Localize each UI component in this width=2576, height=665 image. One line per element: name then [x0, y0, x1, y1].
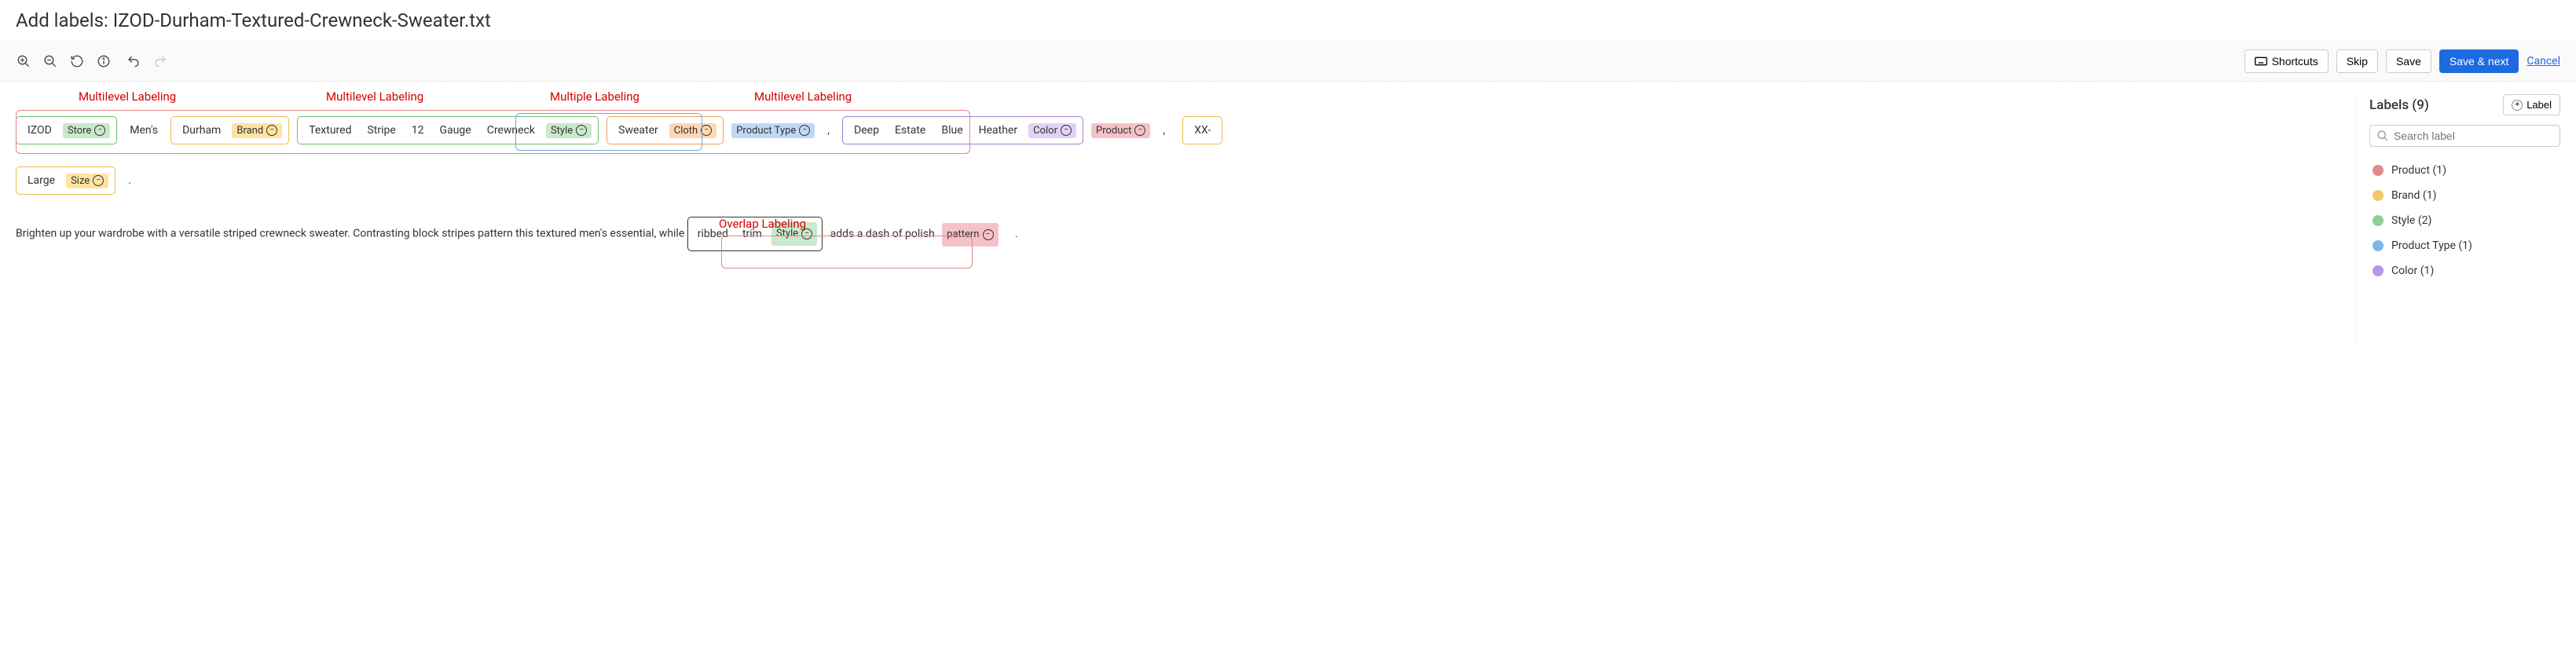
label-item-text: Product Type (1) [2391, 239, 2472, 252]
token-mens: Men's [125, 121, 163, 140]
label-color-dot [2373, 190, 2384, 201]
label-item[interactable]: Brand (1) [2369, 183, 2560, 208]
zoom-out-icon[interactable] [42, 53, 58, 69]
token-deep: Deep [849, 121, 884, 140]
remove-icon[interactable]: − [266, 125, 277, 136]
token-heather: Heather [974, 121, 1023, 140]
remove-icon[interactable]: − [701, 125, 712, 136]
tag-color[interactable]: Color− [1028, 123, 1076, 138]
token-durham: Durham [178, 121, 225, 140]
tag-cloth[interactable]: Cloth− [669, 123, 716, 138]
size-group-part1[interactable]: XX- [1182, 116, 1222, 144]
labels-title: Labels (9) [2369, 97, 2429, 113]
remove-icon[interactable]: − [94, 125, 105, 136]
token-period2: . [1010, 225, 1023, 243]
label-color-dot [2373, 240, 2384, 251]
token-textured: Textured [304, 121, 356, 140]
label-item-text: Product (1) [2391, 164, 2446, 177]
label-item[interactable]: Product Type (1) [2369, 233, 2560, 258]
search-label-input[interactable] [2369, 125, 2560, 147]
search-field[interactable] [2394, 130, 2553, 142]
remove-icon[interactable]: − [576, 125, 587, 136]
add-label-button[interactable]: + Label [2503, 94, 2560, 115]
redo-icon [152, 53, 168, 69]
labels-sidebar: Labels (9) + Label Product (1) Brand (1) S… [2356, 94, 2560, 345]
token-sweater: Sweater [614, 121, 663, 140]
token-xx: XX- [1189, 121, 1215, 140]
tag-product[interactable]: Product− [1091, 123, 1150, 138]
labeling-canvas: Multilevel Labeling Multilevel Labeling … [16, 94, 2343, 345]
label-item-text: Style (2) [2391, 214, 2431, 227]
tag-brand[interactable]: Brand− [232, 123, 282, 138]
shortcuts-label: Shortcuts [2272, 55, 2318, 68]
zoom-in-icon[interactable] [16, 53, 31, 69]
color-group[interactable]: Deep Estate Blue Heather Color− [842, 116, 1083, 144]
tag-size[interactable]: Size− [66, 174, 108, 188]
label-color-dot [2373, 165, 2384, 176]
label-item[interactable]: Product (1) [2369, 158, 2560, 183]
remove-icon[interactable]: − [1134, 125, 1145, 136]
token-polish: adds a dash of polish [826, 225, 940, 243]
tag-pattern[interactable]: pattern− [942, 223, 998, 247]
store-group[interactable]: IZOD Store− [16, 116, 117, 144]
keyboard-icon [2255, 57, 2267, 66]
token-izod: IZOD [23, 121, 57, 140]
callout-multiple: Multiple Labeling [550, 90, 639, 104]
token-gauge: Gauge [435, 121, 476, 140]
remove-icon[interactable]: − [799, 125, 810, 136]
add-label-text: Label [2527, 99, 2552, 111]
tag-ptype[interactable]: Product Type− [731, 123, 815, 138]
paragraph-text: Brighten up your wardrobe with a versati… [16, 228, 687, 240]
label-item-text: Color (1) [2391, 265, 2434, 277]
label-color-dot [2373, 265, 2384, 276]
save-next-button[interactable]: Save & next [2439, 49, 2519, 73]
label-item[interactable]: Style (2) [2369, 208, 2560, 233]
undo-icon[interactable] [126, 53, 141, 69]
remove-icon[interactable]: − [93, 175, 104, 186]
style-group[interactable]: Textured Stripe 12 Gauge Crewneck Style− [297, 116, 599, 144]
token-stripe: Stripe [362, 121, 400, 140]
brand-group[interactable]: Durham Brand− [170, 116, 289, 144]
token-comma1: , [823, 121, 834, 140]
token-12: 12 [407, 121, 429, 140]
refresh-icon[interactable] [69, 53, 85, 69]
token-crewneck: Crewneck [482, 121, 540, 140]
callout-overlap: Overlap Labeling [719, 217, 806, 231]
callout-ml1: Multilevel Labeling [79, 90, 176, 104]
label-color-dot [2373, 215, 2384, 226]
plus-icon: + [2512, 100, 2523, 111]
save-button[interactable]: Save [2386, 49, 2431, 73]
callout-ml2: Multilevel Labeling [326, 90, 423, 104]
remove-icon[interactable]: − [983, 229, 994, 240]
callout-ml3: Multilevel Labeling [754, 90, 852, 104]
label-item-text: Brand (1) [2391, 189, 2436, 202]
page-title: Add labels: IZOD-Durham-Textured-Crewnec… [0, 0, 2576, 41]
paragraph: Brighten up your wardrobe with a versati… [16, 217, 2343, 251]
shortcuts-button[interactable]: Shortcuts [2244, 49, 2329, 73]
tag-store[interactable]: Store− [63, 123, 110, 138]
token-large: Large [23, 171, 60, 190]
token-estate: Estate [890, 121, 930, 140]
tag-style[interactable]: Style− [546, 123, 592, 138]
size-group-part2[interactable]: Large Size− [16, 166, 115, 195]
token-blue: Blue [936, 121, 967, 140]
info-icon[interactable] [96, 53, 112, 69]
skip-button[interactable]: Skip [2336, 49, 2378, 73]
remove-icon[interactable]: − [1061, 125, 1072, 136]
search-icon [2376, 130, 2389, 142]
label-item[interactable]: Color (1) [2369, 258, 2560, 283]
cloth-group[interactable]: Sweater Cloth− [606, 116, 724, 144]
token-comma2: , [1158, 121, 1170, 140]
cancel-link[interactable]: Cancel [2527, 55, 2560, 68]
toolbar: Shortcuts Skip Save Save & next Cancel [0, 41, 2576, 82]
token-period1: . [123, 171, 136, 190]
